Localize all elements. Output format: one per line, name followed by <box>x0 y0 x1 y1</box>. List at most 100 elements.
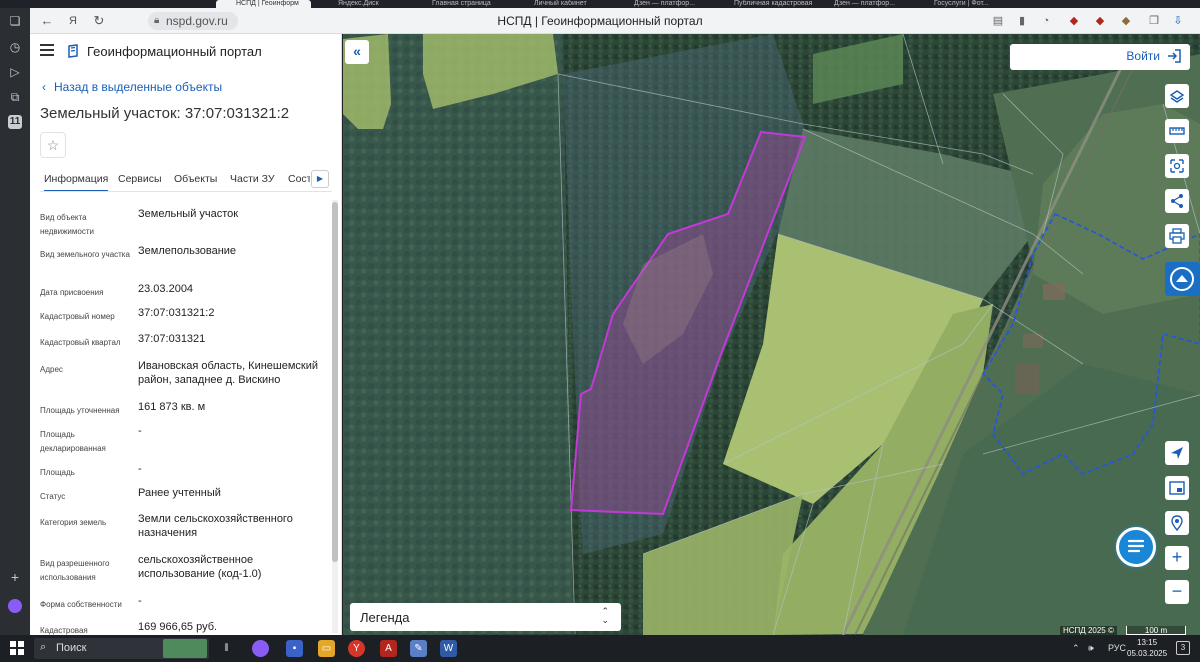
video-icon[interactable]: ▷ <box>6 63 24 81</box>
collapse-panel-button[interactable]: « <box>345 40 369 64</box>
browser-tab[interactable]: Яндекс.Диск <box>326 0 416 8</box>
paint-app-icon[interactable]: ✎ <box>410 640 427 657</box>
attribute-key: Площадь <box>40 468 75 477</box>
print-button[interactable] <box>1165 224 1189 248</box>
assistant-app-icon[interactable] <box>252 640 269 657</box>
attribute-value: 23.03.2004 <box>138 283 194 295</box>
map-view[interactable]: « Войти + − Легенда ⌃ ⌄ НСПД 2025 © 100 … <box>343 34 1200 635</box>
attribute-key: Кадастровая <box>40 626 88 635</box>
object-info-panel: Геоинформационный портал ‹ Назад в выделе… <box>30 34 342 635</box>
attribute-key: Дата присвоения <box>40 288 104 297</box>
collections-icon[interactable]: ❐ <box>1146 13 1162 29</box>
assistant-icon[interactable] <box>8 599 22 613</box>
login-button[interactable]: Войти <box>1010 44 1190 70</box>
print-icon <box>1169 228 1185 244</box>
tabs-scroll-right-icon[interactable]: ▶ <box>311 170 329 188</box>
tabs-divider <box>40 191 332 192</box>
attribute-key: Адрес <box>40 365 63 374</box>
volume-icon[interactable]: 🕪︎ <box>1088 642 1094 654</box>
chat-button[interactable] <box>1116 527 1156 567</box>
favorite-star-icon[interactable]: ☆ <box>40 132 66 158</box>
history-icon[interactable]: ◷ <box>6 38 24 56</box>
panel-scrollbar[interactable] <box>332 200 338 633</box>
browser-tab[interactable]: Публичная кадастровая <box>722 0 817 8</box>
extension-icon[interactable]: ◆ <box>1092 13 1108 29</box>
minimap-button[interactable] <box>1165 476 1189 500</box>
geolocate-button[interactable] <box>1165 441 1189 465</box>
reader-icon[interactable]: ▤ <box>990 13 1006 29</box>
map-scale: 100 m <box>1126 626 1186 635</box>
task-view-icon[interactable]: ⫴ <box>218 640 235 657</box>
measure-button[interactable] <box>1165 119 1189 143</box>
input-language[interactable]: РУС <box>1108 642 1126 654</box>
file-explorer-icon[interactable]: ▭ <box>318 640 335 657</box>
panel-tabs: Информация Сервисы Объекты Части ЗУ Сост… <box>30 168 341 192</box>
word-app-icon[interactable]: W <box>440 640 457 657</box>
taskbar-search[interactable]: ⌕ Поиск <box>34 638 209 659</box>
tab-services[interactable]: Сервисы <box>118 172 162 186</box>
attribute-value: 161 873 кв. м <box>138 401 206 413</box>
windows-start-icon[interactable] <box>10 641 24 655</box>
tab-information[interactable]: Информация <box>44 172 109 192</box>
select-area-button[interactable] <box>1165 154 1189 178</box>
date: 05.03.2025 <box>1127 649 1168 658</box>
tab-composition[interactable]: Состав <box>288 172 310 186</box>
share-button[interactable] <box>1165 189 1189 213</box>
attribute-key: Площадь уточненная <box>40 406 120 415</box>
pdf-reader-icon[interactable]: A <box>380 640 397 657</box>
navigation-arrow-icon <box>1171 447 1183 459</box>
attribute-value: Земельный участок <box>138 208 239 220</box>
browser-tab-active[interactable]: НСПД | Геоинформ <box>216 0 311 8</box>
tray-chevron-icon[interactable]: ⌃ <box>1072 642 1080 654</box>
browser-tab[interactable]: Главная страница <box>420 0 515 8</box>
legend-label: Легенда <box>360 610 410 625</box>
search-icon: ⌕ <box>40 641 47 653</box>
tab-objects[interactable]: Объекты <box>174 172 217 186</box>
save-app-icon[interactable]: ▪ <box>286 640 303 657</box>
location-search-button[interactable] <box>1165 511 1189 535</box>
screenshot-icon[interactable]: ⧉ <box>6 88 24 106</box>
location-pin-icon <box>1171 515 1183 531</box>
satellite-map-image[interactable] <box>343 34 1200 635</box>
browser-tab[interactable]: Личный кабинет <box>522 0 617 8</box>
browser-tab[interactable]: Госуслуги | Фот... <box>922 0 1017 8</box>
back-label: Назад в выделенные объекты <box>54 80 223 94</box>
minimap-icon <box>1169 481 1185 495</box>
mode-switch-button[interactable] <box>1165 262 1200 296</box>
bookmark-icon[interactable]: ▮ <box>1014 13 1030 29</box>
back-to-selection-link[interactable]: ‹ Назад в выделенные объекты <box>42 79 222 95</box>
browser-tab[interactable]: Дзен — платфор... <box>822 0 917 8</box>
layers-button[interactable] <box>1165 84 1189 108</box>
attribute-value: Земли сельскохозяйственного назначения <box>138 513 293 539</box>
share-icon[interactable]: ◔ <box>1038 13 1054 29</box>
taskbar-clock[interactable]: 13:15 05.03.2025 <box>1127 637 1167 659</box>
yandex-browser-icon[interactable]: Y <box>348 640 365 657</box>
notification-center-icon[interactable]: 3 <box>1176 641 1190 655</box>
attribute-key: Кадастровый квартал <box>40 338 121 347</box>
chat-icon <box>1127 539 1145 553</box>
browser-toolbar: ← Я ↻ 🔒︎ nspd.gov.ru НСПД | Геоинформаци… <box>30 8 1200 34</box>
zoom-out-button[interactable]: − <box>1165 580 1189 604</box>
browser-tab[interactable] <box>110 0 200 8</box>
attribute-value: - <box>138 595 142 607</box>
scrollbar-thumb[interactable] <box>332 202 338 562</box>
attribute-value: - <box>138 425 142 437</box>
attribute-key: Вид разрешенного использования <box>40 559 110 582</box>
search-highlight-image <box>163 639 207 658</box>
map-copyright: НСПД 2025 © <box>1060 626 1117 635</box>
attribute-value: сельскохозяйственное использование (код-… <box>138 554 262 580</box>
add-icon[interactable]: + <box>6 568 24 586</box>
attribute-key: Площадь декларированная <box>40 430 106 453</box>
extension-icon[interactable]: ◆ <box>1118 13 1134 29</box>
legend-dropdown[interactable]: Легенда ⌃ ⌄ <box>350 603 621 631</box>
tab-parts[interactable]: Части ЗУ <box>230 172 275 186</box>
menu-icon[interactable] <box>40 44 54 58</box>
downloads-icon[interactable]: ⇩ <box>1170 13 1186 29</box>
extension-icon[interactable]: ◆ <box>1066 13 1082 29</box>
collections-icon[interactable]: ❏ <box>6 12 24 30</box>
attribute-key: Статус <box>40 492 66 501</box>
browser-tab[interactable]: Дзен — платфор... <box>622 0 717 8</box>
zoom-in-button[interactable]: + <box>1165 546 1189 570</box>
chevron-left-icon: ‹ <box>42 80 46 94</box>
calendar-badge[interactable]: 11 <box>8 115 22 129</box>
